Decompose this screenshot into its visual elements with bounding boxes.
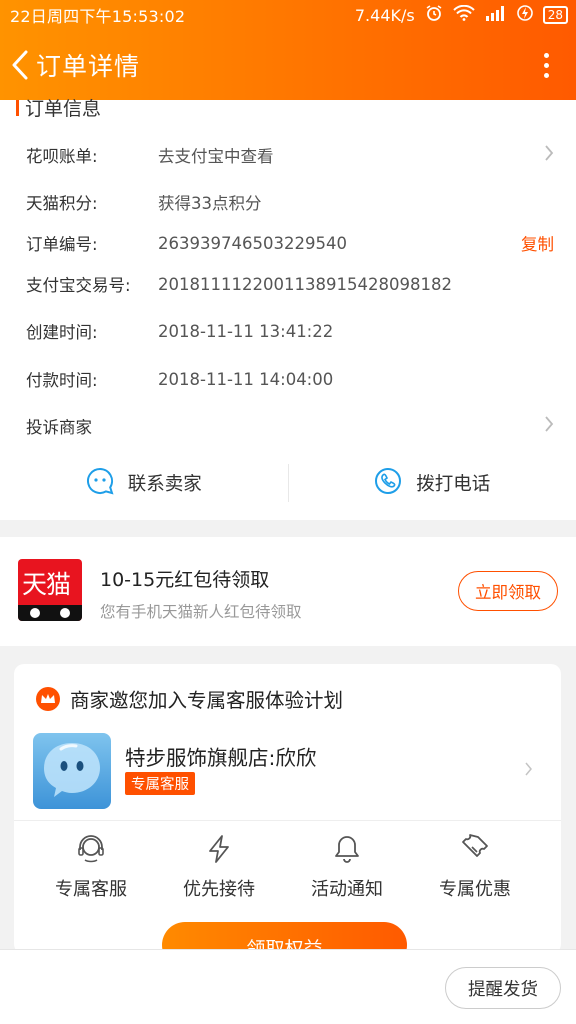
benefit-label: 专属优惠 [439, 879, 511, 900]
tmall-logo-eye [60, 608, 70, 618]
info-row-created-time: 创建时间: 2018-11-11 13:41:22 [26, 316, 554, 346]
contact-seller-label: 联系卖家 [127, 474, 202, 495]
benefit-label: 活动通知 [311, 879, 383, 900]
call-phone-button[interactable]: 拨打电话 [289, 458, 576, 508]
benefit-exclusive-discount[interactable]: 专属优惠 [420, 832, 530, 901]
app-header: 22日周四下午15:53:02 7.44K/s 28 订单详情 [0, 0, 576, 100]
info-row-order-number: 订单编号: 263939746503229540 复制 [26, 228, 554, 258]
benefit-priority-service[interactable]: 优先接待 [164, 832, 274, 901]
info-row-points: 天猫积分: 获得33点积分 [26, 187, 554, 217]
info-row-huabei[interactable]: 花呗账单: 去支付宝中查看 [26, 140, 554, 170]
info-label: 付款时间: [26, 371, 98, 390]
ticket-icon [460, 832, 490, 866]
crown-icon [36, 686, 60, 711]
battery-icon: 28 [542, 6, 568, 24]
heading-accent-bar [16, 99, 19, 116]
page-title: 订单详情 [36, 52, 141, 81]
service-divider [14, 820, 561, 821]
info-label: 创建时间: [26, 323, 98, 342]
contact-row: 联系卖家 拨打电话 [0, 458, 576, 508]
copy-button[interactable]: 复制 [521, 231, 554, 255]
info-label: 花呗账单: [26, 147, 98, 166]
info-label: 支付宝交易号: [26, 276, 131, 295]
status-indicators: 7.44K/s 28 [355, 4, 568, 26]
back-icon[interactable] [10, 49, 30, 81]
bell-icon [334, 832, 360, 866]
info-value: 去支付宝中查看 [158, 147, 274, 166]
signal-icon [485, 5, 507, 25]
info-label: 投诉商家 [26, 418, 92, 437]
service-header-text: 商家邀您加入专属客服体验计划 [70, 689, 344, 712]
info-label: 订单编号: [26, 235, 98, 254]
contact-seller-button[interactable]: 联系卖家 [0, 458, 288, 508]
exclusive-service-badge: 专属客服 [125, 772, 195, 795]
title-left: 订单详情 [10, 47, 140, 83]
lightning-icon [206, 832, 232, 866]
bottom-action-bar: 提醒发货 [0, 949, 576, 1024]
network-speed: 7.44K/s [354, 5, 415, 25]
chevron-right-icon [544, 143, 554, 167]
tmall-logo-eye [30, 608, 40, 618]
tmall-logo: 天猫 [18, 559, 82, 621]
wifi-icon [453, 4, 475, 25]
coupon-subtitle: 您有手机天猫新人红包待领取 [100, 603, 302, 621]
order-number-value: 263939746503229540 [158, 233, 347, 253]
more-options-icon[interactable] [534, 45, 558, 85]
chat-icon [86, 467, 114, 500]
benefit-label: 专属客服 [55, 879, 127, 900]
status-datetime: 22日周四下午15:53:02 [10, 7, 186, 26]
exclusive-service-card: 商家邀您加入专属客服体验计划 特步服饰旗舰店:欣欣 专属客服 专属客服 优先接待… [14, 664, 561, 968]
tmall-logo-text: 天猫 [22, 570, 71, 599]
info-value: 2018-11-11 13:41:22 [158, 321, 334, 341]
info-value: 2018-11-11 14:04:00 [158, 369, 334, 389]
remind-shipping-button[interactable]: 提醒发货 [445, 967, 561, 1009]
service-header: 商家邀您加入专属客服体验计划 [36, 684, 343, 713]
benefit-label: 优先接待 [183, 879, 255, 900]
call-phone-label: 拨打电话 [416, 474, 491, 495]
benefit-event-notice[interactable]: 活动通知 [292, 832, 402, 901]
info-row-complaint[interactable]: 投诉商家 [26, 411, 554, 441]
chevron-right-icon[interactable] [525, 760, 533, 781]
order-info-card: 订单信息 花呗账单: 去支付宝中查看 天猫积分: 获得33点积分 订单编号: 2… [0, 98, 576, 520]
coupon-card: 天猫 10-15元红包待领取 您有手机天猫新人红包待领取 立即领取 [0, 537, 576, 646]
store-name: 特步服饰旗舰店:欣欣 [125, 746, 317, 770]
phone-icon [374, 467, 402, 500]
title-bar: 订单详情 [0, 30, 576, 100]
benefit-exclusive-service[interactable]: 专属客服 [36, 832, 146, 901]
tmall-logo-base [18, 605, 82, 621]
section-heading: 订单信息 [16, 94, 101, 121]
info-value: 获得33点积分 [158, 194, 262, 213]
charging-icon [516, 4, 533, 26]
section-title: 订单信息 [25, 98, 102, 120]
info-label: 天猫积分: [26, 194, 98, 213]
headset-icon [77, 832, 105, 866]
info-row-alipay-trade: 支付宝交易号: 2018111122001138915428098182 [26, 269, 554, 299]
status-bar: 22日周四下午15:53:02 7.44K/s 28 [0, 0, 576, 30]
store-avatar[interactable] [33, 733, 111, 809]
info-value: 2018111122001138915428098182 [158, 274, 452, 294]
alarm-icon [425, 4, 443, 26]
claim-coupon-button[interactable]: 立即领取 [458, 571, 558, 611]
chevron-right-icon [544, 414, 554, 438]
coupon-title: 10-15元红包待领取 [100, 569, 270, 591]
info-row-paid-time: 付款时间: 2018-11-11 14:04:00 [26, 364, 554, 394]
